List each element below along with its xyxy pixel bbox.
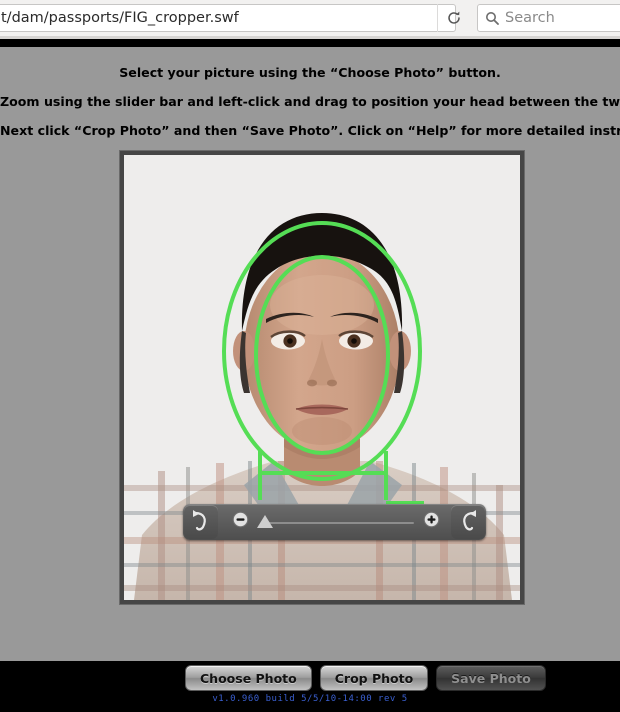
browser-toolbar: t/dam/passports/FIG_cropper.swf Search	[0, 0, 620, 36]
reload-icon	[446, 10, 462, 26]
choose-photo-button[interactable]: Choose Photo	[185, 665, 312, 691]
zoom-slider-track[interactable]	[265, 522, 414, 524]
instruction-line-1: Select your picture using the “Choose Ph…	[119, 65, 501, 80]
search-box[interactable]: Search	[477, 4, 620, 32]
search-placeholder: Search	[505, 10, 555, 26]
reload-button[interactable]	[437, 4, 470, 32]
search-icon	[485, 11, 499, 25]
instructions-block: Select your picture using the “Choose Ph…	[0, 65, 620, 152]
zoom-slider[interactable]	[251, 505, 420, 539]
version-label: v1.0.960 build 5/5/10-14:00 rev 5	[212, 694, 408, 704]
zoom-in-button[interactable]	[420, 511, 442, 533]
save-photo-button: Save Photo	[436, 665, 546, 691]
rotate-right-icon	[457, 508, 479, 537]
zoom-toolbar	[183, 504, 486, 540]
cropper-stage: Select your picture using the “Choose Ph…	[0, 47, 620, 661]
instruction-line-3: Next click “Crop Photo” and then “Save P…	[0, 123, 620, 138]
url-bar[interactable]: t/dam/passports/FIG_cropper.swf	[0, 4, 456, 32]
rotate-left-icon	[190, 508, 212, 537]
app-root: t/dam/passports/FIG_cropper.swf Search S…	[0, 0, 620, 712]
page-top-strip	[0, 39, 620, 47]
plus-circle-icon	[423, 511, 440, 533]
crop-photo-button[interactable]: Crop Photo	[319, 665, 429, 691]
zoom-out-button[interactable]	[229, 511, 251, 533]
rotate-left-button[interactable]	[184, 505, 218, 539]
bottom-bar: Choose Photo Crop Photo Save Photo v1.0.…	[0, 661, 620, 712]
action-button-row: Choose Photo Crop Photo Save Photo	[185, 665, 554, 691]
url-text: t/dam/passports/FIG_cropper.swf	[1, 10, 239, 26]
zoom-slider-thumb[interactable]	[257, 515, 273, 528]
rotate-right-button[interactable]	[451, 505, 485, 539]
minus-circle-icon	[232, 511, 249, 533]
instruction-line-2: Zoom using the slider bar and left-click…	[0, 94, 620, 109]
